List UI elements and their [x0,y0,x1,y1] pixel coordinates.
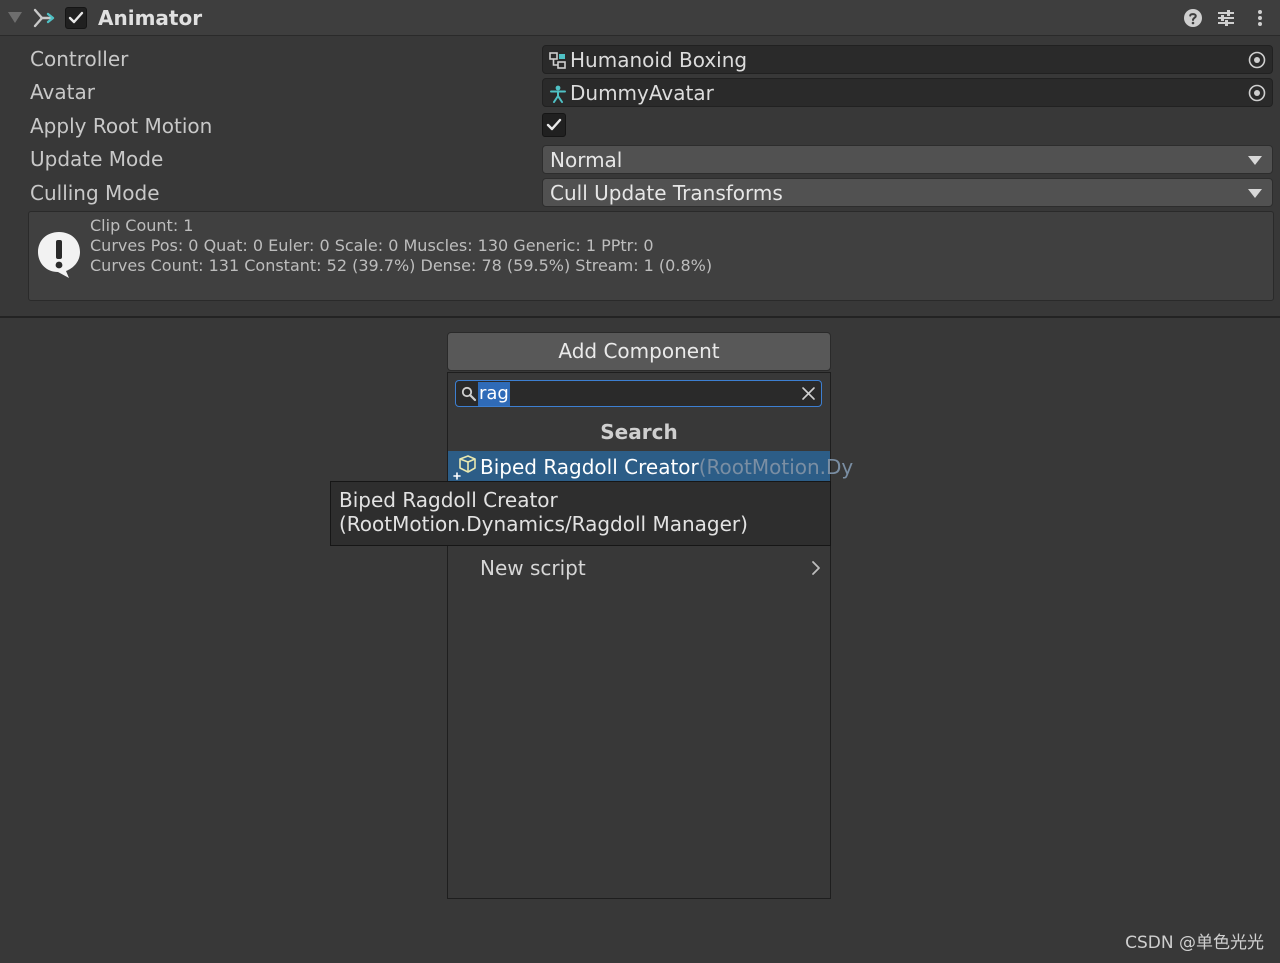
checkmark-icon [546,118,562,131]
object-picker-icon[interactable] [1248,51,1266,69]
update-mode-label: Update Mode [30,147,164,171]
controller-value: Humanoid Boxing [570,48,748,72]
tooltip-line-1: Biped Ragdoll Creator [339,488,558,512]
dropdown-arrow-icon [1248,156,1262,165]
avatar-icon [550,85,566,103]
preset-icon[interactable] [1216,8,1236,28]
kebab-menu-icon[interactable] [1250,8,1270,28]
apply-root-motion-checkbox[interactable] [542,113,566,137]
avatar-field[interactable]: DummyAvatar [542,78,1273,107]
new-script-item[interactable]: New script [480,555,586,581]
culling-mode-value: Cull Update Transforms [550,181,783,205]
script-component-icon [453,455,476,480]
section-divider [0,316,1280,318]
component-enabled-checkbox[interactable] [65,7,87,29]
result-tooltip: Biped Ragdoll Creator (RootMotion.Dynami… [330,481,831,546]
apply-root-motion-label: Apply Root Motion [30,114,213,138]
search-value[interactable]: rag [478,382,510,406]
animator-icon [33,8,55,28]
help-icon[interactable] [1183,8,1203,28]
result-name: Biped Ragdoll Creator [480,455,699,479]
controller-label: Controller [30,47,129,71]
culling-mode-label: Culling Mode [30,181,160,205]
fold-arrow-icon[interactable] [8,12,22,23]
info-clip-count: Clip Count: 1 [90,216,194,235]
controller-field[interactable]: Humanoid Boxing [542,45,1273,74]
update-mode-value: Normal [550,148,623,172]
animator-controller-icon [549,52,566,69]
culling-mode-dropdown[interactable]: Cull Update Transforms [542,178,1273,207]
search-section-title: Search [600,420,678,444]
update-mode-dropdown[interactable]: Normal [542,145,1273,174]
component-search-input[interactable] [455,380,822,407]
object-picker-icon[interactable] [1248,84,1266,102]
result-label: Biped Ragdoll Creator(RootMotion.Dy [480,454,853,480]
search-icon [461,386,477,402]
result-path: (RootMotion.Dy [698,455,854,479]
avatar-value: DummyAvatar [570,81,714,105]
add-component-button[interactable]: Add Component [447,332,831,371]
dropdown-arrow-icon [1248,189,1262,198]
checkmark-icon [68,11,84,24]
info-curves-count: Curves Count: 131 Constant: 52 (39.7%) D… [90,256,713,275]
tooltip-line-2: (RootMotion.Dynamics/Ragdoll Manager) [339,512,748,536]
info-curves-pos: Curves Pos: 0 Quat: 0 Euler: 0 Scale: 0 … [90,236,654,255]
info-icon [38,232,80,278]
avatar-label: Avatar [30,80,95,104]
chevron-right-icon [812,561,820,575]
watermark: CSDN @单色光光 [1125,933,1264,953]
clear-search-icon[interactable] [801,386,816,401]
component-title: Animator [98,6,203,30]
